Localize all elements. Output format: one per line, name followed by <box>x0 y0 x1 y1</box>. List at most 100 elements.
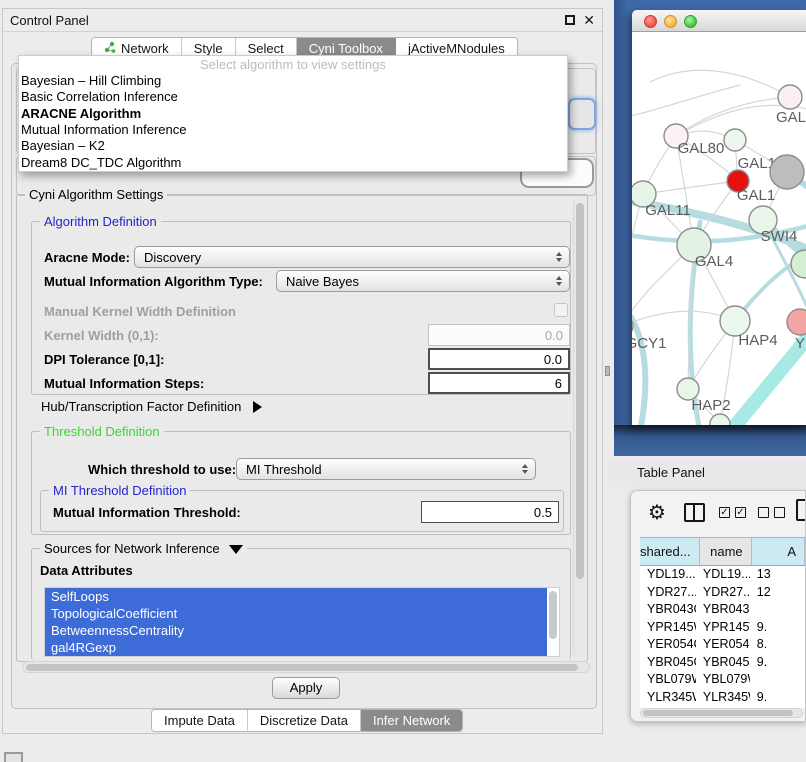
deselect-all-checkbox-icon[interactable] <box>758 507 769 518</box>
table-cell: YDL19... <box>640 566 696 584</box>
network-edge[interactable] <box>632 194 643 326</box>
algorithm-option-mutual-information-inference[interactable]: Mutual Information Inference <box>19 122 567 138</box>
network-window-titlebar <box>632 10 806 32</box>
algorithm-option-bayesian-hill-climbing[interactable]: Bayesian – Hill Climbing <box>19 73 567 89</box>
close-icon[interactable]: ✕ <box>583 12 595 29</box>
table-cell: YBR043C <box>696 601 750 619</box>
application-root: Control Panel ✕ NetworkStyleSelectCyni T… <box>0 0 806 762</box>
hub-definition-toggle[interactable]: Hub/Transcription Factor Definition <box>41 399 262 414</box>
aracne-mode-label: Aracne Mode: <box>44 250 130 265</box>
column-header-a[interactable]: A <box>752 538 805 565</box>
table-panel-header: Table Panel <box>608 460 806 487</box>
algorithm-option-dream8-dc-tdc-algorithm[interactable]: Dream8 DC_TDC Algorithm <box>19 155 567 171</box>
settings-vertical-scrollbar[interactable] <box>573 199 585 657</box>
group-title: Cyni Algorithm Settings <box>25 187 167 202</box>
algorithm-select-popup: Select algorithm to view settingsBayesia… <box>18 55 568 172</box>
network-edge[interactable] <box>632 298 645 425</box>
node-label: GAL1 <box>737 187 775 204</box>
attribute-item-betweennesscentrality[interactable]: BetweennessCentrality <box>45 622 547 639</box>
column-header-shared[interactable]: shared... <box>640 538 700 565</box>
dpi-tolerance-input[interactable] <box>428 348 570 370</box>
network-edge[interactable] <box>650 70 790 97</box>
scrollbar-thumb[interactable] <box>26 664 578 671</box>
network-edge[interactable] <box>632 85 740 120</box>
attribute-item-topologicalcoefficient[interactable]: TopologicalCoefficient <box>45 605 547 622</box>
tab-infer-network[interactable]: Infer Network <box>361 710 462 731</box>
algorithm-select-combobox[interactable] <box>568 98 596 130</box>
network-node-gal10[interactable] <box>724 129 746 151</box>
tab-label: Network <box>121 41 169 56</box>
export-table-icon[interactable] <box>796 499 806 521</box>
mi-steps-input[interactable] <box>428 372 570 394</box>
mac-zoom-icon[interactable] <box>684 15 697 28</box>
splitter-handle[interactable] <box>605 366 610 376</box>
tab-discretize-data[interactable]: Discretize Data <box>248 710 361 731</box>
combobox-value: Naive Bayes <box>286 274 359 289</box>
node-table: shared...nameA YDL19...YDL19...13YDR27..… <box>640 537 805 708</box>
table-cell: 12 <box>750 584 805 602</box>
table-row[interactable]: YER054CYER054C8. <box>640 636 805 654</box>
select-all-checkbox-icon[interactable]: ✓ <box>735 507 746 518</box>
table-toolbar: ⚙ ✓ ✓ <box>631 491 805 537</box>
table-row[interactable]: YBL079WYBL079W <box>640 671 805 689</box>
mac-minimize-icon[interactable] <box>664 15 677 28</box>
table-row[interactable]: YBR043CYBR043C <box>640 601 805 619</box>
cyni-bottom-tabbar: Impute Data Discretize Data Infer Network <box>151 709 463 732</box>
network-node[interactable] <box>791 250 806 278</box>
node-label: SWI4 <box>761 228 798 245</box>
table-row[interactable]: YPR145WYPR145W9. <box>640 619 805 637</box>
table-cell: 9. <box>750 619 805 637</box>
column-header-name[interactable]: name <box>700 538 752 565</box>
cyni-algorithm-settings-group: Cyni Algorithm Settings Algorithm Defini… <box>16 194 588 662</box>
data-attributes-list[interactable]: SelfLoopsTopologicalCoefficientBetweenne… <box>44 587 560 657</box>
attribute-item-gal4rgexp[interactable]: gal4RGexp <box>45 639 547 656</box>
minimized-panel-icon[interactable] <box>4 752 23 762</box>
spinner-arrows-icon <box>522 464 528 474</box>
node-label: GAL80 <box>678 140 725 157</box>
tab-impute-data[interactable]: Impute Data <box>152 710 248 731</box>
table-cell: 9. <box>750 654 805 672</box>
attribute-item-selfloops[interactable]: SelfLoops <box>45 588 547 605</box>
tab-label: Discretize Data <box>260 713 348 728</box>
network-node-y[interactable] <box>787 309 806 335</box>
mi-threshold-input[interactable] <box>421 501 559 523</box>
column-layout-icon[interactable] <box>684 503 705 522</box>
which-threshold-combobox[interactable]: MI Threshold <box>236 458 536 480</box>
scrollbar-thumb[interactable] <box>643 710 793 716</box>
float-window-icon[interactable] <box>565 15 575 25</box>
deselect-all-checkbox-icon[interactable] <box>774 507 785 518</box>
table-horizontal-scrollbar[interactable] <box>640 708 803 718</box>
table-row[interactable]: YDR27...YDR27...12 <box>640 584 805 602</box>
table-cell: YLR345W <box>640 689 696 707</box>
sources-toggle[interactable]: Sources for Network Inference <box>40 541 247 556</box>
algorithm-option-aracne-algorithm[interactable]: ARACNE Algorithm <box>19 106 567 122</box>
table-row[interactable]: YDL19...YDL19...13 <box>640 566 805 584</box>
tab-label: Impute Data <box>164 713 235 728</box>
sources-title: Sources for Network Inference <box>44 541 220 556</box>
table-cell <box>750 671 805 689</box>
table-header-row: shared...nameA <box>640 538 805 566</box>
node-label: Y <box>795 335 805 352</box>
aracne-mode-combobox[interactable]: Discovery <box>134 246 570 268</box>
kernel-width-input[interactable] <box>428 324 570 346</box>
table-row[interactable]: YBR045CYBR045C9. <box>640 654 805 672</box>
mac-close-icon[interactable] <box>644 15 657 28</box>
select-all-checkbox-icon[interactable]: ✓ <box>719 507 730 518</box>
table-cell: YBR045C <box>696 654 750 672</box>
network-node-gal[interactable] <box>778 85 802 109</box>
mi-algorithm-type-combobox[interactable]: Naive Bayes <box>276 270 570 292</box>
algorithm-option-basic-correlation-inference[interactable]: Basic Correlation Inference <box>19 89 567 105</box>
network-edge[interactable] <box>643 181 738 194</box>
manual-kernel-width-checkbox[interactable] <box>554 303 568 317</box>
network-node[interactable] <box>770 155 804 189</box>
algorithm-option-bayesian-k2[interactable]: Bayesian – K2 <box>19 138 567 154</box>
scrollbar-thumb[interactable] <box>576 203 584 579</box>
network-graph[interactable]: GALGAL80GAL10GAL1GAL11SWI4GAL4GCY1HAP4YH… <box>632 32 806 425</box>
network-canvas[interactable]: GALGAL80GAL10GAL1GAL11SWI4GAL4GCY1HAP4YH… <box>632 32 806 425</box>
settings-horizontal-scrollbar[interactable] <box>22 661 590 673</box>
settings-gear-icon[interactable]: ⚙ <box>648 500 666 525</box>
apply-button[interactable]: Apply <box>272 677 340 699</box>
table-row[interactable]: YLR345WYLR345W9. <box>640 689 805 707</box>
panel-title: Control Panel <box>10 13 89 28</box>
list-scrollbar-thumb[interactable] <box>549 591 557 639</box>
